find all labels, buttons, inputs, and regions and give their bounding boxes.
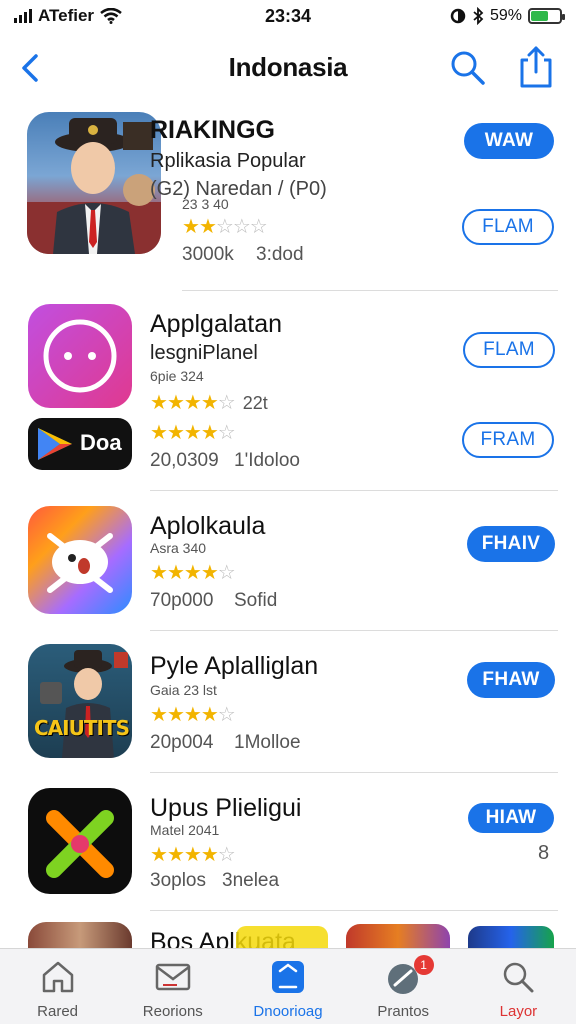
apps-icon — [272, 961, 304, 993]
tab-dnoorioag[interactable]: Dnoorioag — [230, 949, 345, 1024]
tab-label: Dnoorioag — [253, 1003, 323, 1020]
tab-layor[interactable]: Layor — [461, 949, 576, 1024]
tab-reorions[interactable]: Reorions — [115, 949, 230, 1024]
tab-rared[interactable]: Rared — [0, 949, 115, 1024]
tab-label: Reorions — [142, 1003, 203, 1020]
tab-prantos[interactable]: 1 Prantos — [346, 949, 461, 1024]
tab-label: Rared — [37, 1003, 79, 1020]
tab-label: Prantos — [377, 1003, 430, 1020]
tab-label: Layor — [499, 1003, 538, 1020]
tab-bar: Rared Reorions Dnoorioag 1 Prantos Layor — [0, 948, 576, 1024]
list-item[interactable]: Bos Aplkuata — [0, 0, 576, 956]
home-icon — [42, 961, 73, 993]
notification-badge: 1 — [413, 955, 434, 975]
search-icon — [504, 962, 534, 993]
mail-icon — [155, 963, 191, 991]
